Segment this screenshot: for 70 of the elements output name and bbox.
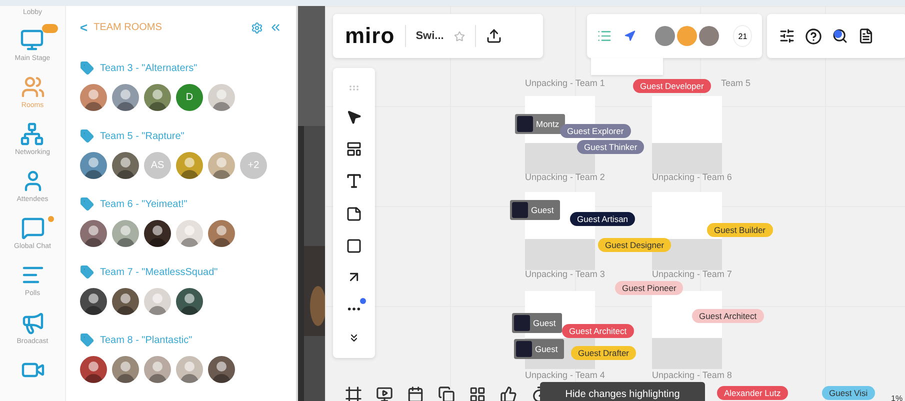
team-name[interactable]: Team 8 - "Plantastic" (100, 334, 192, 346)
tag-icon[interactable] (80, 129, 94, 143)
frame-title: Unpacking - Team 8 (652, 370, 732, 380)
cursor-name-tag: Guest Developer (633, 79, 711, 93)
collaborator-avatar[interactable] (699, 26, 720, 46)
chevrons-down-icon[interactable] (348, 332, 360, 344)
megaphone-icon[interactable] (20, 310, 44, 335)
star-icon[interactable] (454, 30, 465, 42)
board-name[interactable]: Swi... (416, 30, 444, 42)
team-name[interactable]: Team 7 - "MeatlessSquad" (100, 266, 218, 278)
tag-icon[interactable] (80, 197, 94, 211)
team-name[interactable]: Team 5 - "Rapture" (100, 130, 184, 142)
monitor-icon[interactable] (20, 28, 44, 52)
settings-icon[interactable] (251, 22, 263, 34)
cursor-name-tag: Guest Artisan (570, 212, 636, 226)
cursor-name-tag: Guest Explorer (560, 124, 631, 138)
sticky-note-icon[interactable] (346, 206, 362, 222)
frame-title: Unpacking - Team 4 (525, 370, 605, 380)
logo[interactable]: miro (345, 23, 395, 49)
cursor-name-tag: Guest Drafter (571, 346, 636, 360)
document-icon[interactable] (858, 28, 874, 44)
frame-title: Unpacking - Team 6 (652, 172, 732, 182)
cursor-icon[interactable] (624, 29, 636, 43)
team-name[interactable]: Team 3 - "Alternaters" (100, 62, 198, 74)
cursor-name-tag: Guest Architect (692, 309, 764, 323)
frame-title: Unpacking - Team 7 (652, 269, 732, 279)
collaborator-avatar[interactable] (655, 26, 676, 46)
avatar: D (176, 84, 203, 111)
template-icon[interactable] (346, 140, 362, 157)
sliders-icon[interactable] (779, 28, 795, 44)
cursor-name-tag: Guest (514, 339, 564, 359)
zoom-level[interactable]: 1% (891, 394, 903, 401)
cursor-name-tag: Alexander Lutz (717, 386, 788, 400)
tooltip: Hide changes highlighting (540, 382, 705, 401)
search-icon[interactable] (832, 28, 848, 44)
cursor-name-tag: Guest Designer (598, 238, 672, 252)
tag-icon[interactable] (80, 61, 94, 75)
copy-icon[interactable] (438, 386, 455, 401)
screen-icon[interactable] (376, 386, 393, 401)
rectangle-icon[interactable] (346, 238, 362, 254)
help-icon[interactable] (805, 28, 822, 44)
panel-title: TEAM ROOMS (94, 22, 163, 33)
collapse-icon[interactable] (269, 21, 282, 34)
text-icon[interactable] (345, 172, 363, 190)
network-icon[interactable] (20, 122, 44, 146)
cursor-name-tag: Guest Builder (707, 223, 772, 237)
calendar-icon[interactable] (407, 386, 424, 401)
tag-icon[interactable] (80, 265, 94, 279)
chat-icon[interactable] (20, 216, 44, 240)
pointer-icon[interactable] (346, 109, 362, 126)
cursor-name-tag: Guest Pioneer (615, 281, 684, 295)
tag-icon[interactable] (80, 333, 94, 347)
collaborator-count[interactable]: 21 (733, 25, 752, 47)
frame-title: Unpacking - Team 2 (525, 172, 605, 182)
cursor-name-tag: Guest Architect (562, 324, 634, 338)
frame-title: Unpacking - Team 3 (525, 269, 605, 279)
thumbs-up-icon[interactable] (500, 386, 517, 401)
frame-icon[interactable] (345, 386, 362, 401)
back-button[interactable]: < (80, 20, 88, 35)
upload-icon[interactable] (486, 28, 502, 44)
team-name[interactable]: Team 6 - "Yeimeat!" (100, 198, 188, 210)
cursor-name-tag: Guest (510, 200, 560, 220)
cursor-name-tag: Guest Thinker (577, 140, 644, 154)
grid-icon[interactable] (469, 386, 486, 401)
cursor-name-tag: Guest Visi (822, 386, 875, 400)
frame-title: Unpacking - Team 1 (525, 78, 605, 88)
notification-dot (360, 298, 366, 304)
cursor-name-tag: Montz (515, 114, 566, 134)
frame-title: Team 5 (721, 78, 751, 88)
cursor-name-tag: Guest (512, 313, 562, 333)
